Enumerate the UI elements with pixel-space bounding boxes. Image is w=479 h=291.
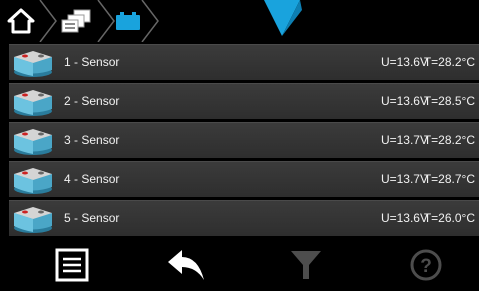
breadcrumb-separator: [97, 0, 115, 42]
sensor-voltage: U=13.7V: [380, 133, 428, 147]
battery-icon: [14, 129, 52, 155]
sensor-name: 3 - Sensor: [64, 133, 120, 147]
sensor-temperature: T=28.7°C: [423, 172, 475, 186]
sensor-row[interactable]: 5 - Sensor U=13.6V T=26.0°C: [9, 200, 479, 236]
filter-icon[interactable]: [286, 248, 326, 282]
signal-arrow-icon: [264, 0, 302, 36]
sensor-temperature: T=26.0°C: [423, 211, 475, 225]
sensor-name: 1 - Sensor: [64, 55, 120, 69]
breadcrumb-separator: [39, 0, 57, 42]
sensor-row[interactable]: 2 - Sensor U=13.6V T=28.5°C: [9, 83, 479, 119]
breadcrumb-separator: [141, 0, 159, 42]
sensor-temperature: T=28.2°C: [423, 55, 475, 69]
sensor-name: 5 - Sensor: [64, 211, 120, 225]
svg-text:?: ?: [420, 256, 432, 277]
battery-icon[interactable]: [116, 12, 140, 30]
sensor-voltage: U=13.7V: [380, 172, 428, 186]
sensor-voltage: U=13.6V: [380, 94, 428, 108]
bottom-toolbar: ?: [0, 236, 479, 291]
sensor-list: 1 - Sensor U=13.6V T=28.2°C 2 - Sensor U…: [9, 44, 479, 239]
battery-icon: [14, 207, 52, 233]
sensor-name: 2 - Sensor: [64, 94, 120, 108]
breadcrumb-bar: [0, 0, 479, 42]
battery-icon: [14, 168, 52, 194]
back-arrow-icon[interactable]: [166, 248, 206, 282]
sensor-row[interactable]: 1 - Sensor U=13.6V T=28.2°C: [9, 44, 479, 80]
menu-list-icon[interactable]: [52, 248, 92, 282]
sensor-voltage: U=13.6V: [380, 211, 428, 225]
sensor-temperature: T=28.2°C: [423, 133, 475, 147]
devices-icon[interactable]: [60, 8, 96, 36]
sensor-temperature: T=28.5°C: [423, 94, 475, 108]
sensor-voltage: U=13.6V: [380, 55, 428, 69]
battery-icon: [14, 90, 52, 116]
sensor-row[interactable]: 3 - Sensor U=13.7V T=28.2°C: [9, 122, 479, 158]
sensor-row[interactable]: 4 - Sensor U=13.7V T=28.7°C: [9, 161, 479, 197]
help-icon[interactable]: ?: [406, 248, 446, 282]
home-icon[interactable]: [6, 6, 36, 36]
sensor-name: 4 - Sensor: [64, 172, 120, 186]
battery-icon: [14, 51, 52, 77]
